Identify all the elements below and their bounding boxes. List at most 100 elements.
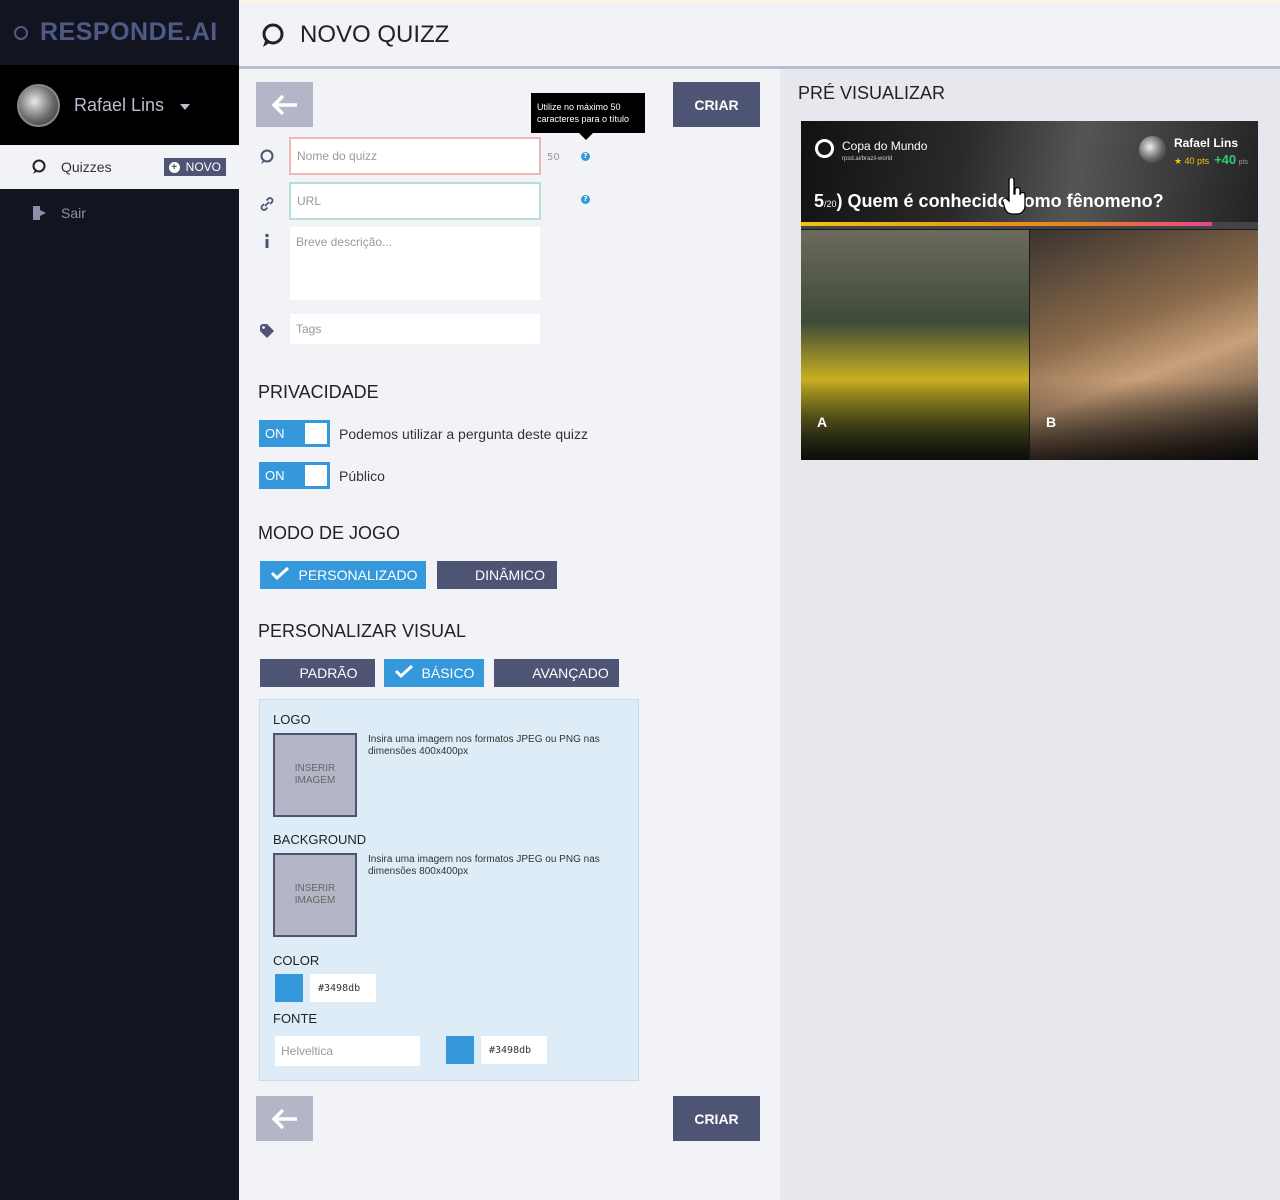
option-shade xyxy=(801,380,1029,460)
tag-icon xyxy=(260,324,274,338)
visual-avancado[interactable]: AVANÇADO xyxy=(494,659,619,687)
color-swatch[interactable] xyxy=(275,974,303,1002)
url-input[interactable]: URL xyxy=(289,182,541,220)
speech-bubble-icon xyxy=(32,159,46,174)
caret-down-icon[interactable] xyxy=(180,103,191,110)
visual-title: PERSONALIZAR VISUAL xyxy=(258,621,467,641)
create-button[interactable]: CRIAR xyxy=(673,82,760,127)
visual-padrao[interactable]: PADRÃO xyxy=(260,659,375,687)
game-mode-title: MODO DE JOGO xyxy=(258,523,401,543)
points-gain-unit: pts xyxy=(1238,159,1248,166)
preview-points: ★ 40 pts +40 pts xyxy=(1174,152,1248,167)
new-badge-label: NOVO xyxy=(185,160,221,174)
speech-bubble-icon xyxy=(815,139,834,158)
background-upload[interactable]: INSERIR IMAGEM xyxy=(273,853,357,937)
quiz-form: CRIAR Utilize no máximo 50 caracteres pa… xyxy=(239,69,780,1200)
sidebar: RESPONDE.AI Rafael Lins Quizzes + NOVO S… xyxy=(0,0,239,1200)
preview-title: PRÉ VISUALIZAR xyxy=(798,83,946,103)
speech-bubble-icon xyxy=(262,23,284,47)
brand-name: RESPONDE.AI xyxy=(40,18,218,46)
star-icon: ★ xyxy=(1173,156,1185,166)
help-icon[interactable]: ? xyxy=(581,195,590,204)
avatar xyxy=(17,83,60,127)
back-button[interactable] xyxy=(256,82,313,127)
description-textarea[interactable]: Breve descrição... xyxy=(290,227,540,300)
preview-user: Rafael Lins ★ 40 pts +40 pts xyxy=(1138,136,1248,167)
font-color-hex-input[interactable]: #3498db xyxy=(481,1036,547,1064)
preview-option-a[interactable]: A xyxy=(801,230,1029,460)
arrow-left-icon xyxy=(271,94,297,115)
new-quiz-button[interactable]: + NOVO xyxy=(163,158,226,176)
font-color-swatch[interactable] xyxy=(446,1036,474,1064)
question-index: 5 xyxy=(814,191,825,211)
preview-panel: PRÉ VISUALIZAR Copa do Mundo rpsd.ai/bra… xyxy=(780,69,1280,1200)
visual-label: BÁSICO xyxy=(421,665,475,681)
page-title: NOVO QUIZZ xyxy=(300,20,450,48)
char-counter: 50 xyxy=(547,152,560,163)
option-shade xyxy=(1030,380,1258,460)
option-letter: B xyxy=(1046,414,1057,430)
tags-input[interactable]: Tags xyxy=(290,314,540,344)
user-menu[interactable]: Rafael Lins xyxy=(0,65,239,145)
visual-label: PADRÃO xyxy=(299,665,358,681)
back-button[interactable] xyxy=(256,1096,313,1141)
quiz-name-input[interactable]: Nome do quizz xyxy=(289,137,541,175)
visual-basico[interactable]: BÁSICO xyxy=(384,659,484,687)
visual-label: AVANÇADO xyxy=(532,665,609,681)
toggle-knob xyxy=(305,465,327,486)
create-button[interactable]: CRIAR xyxy=(673,1096,760,1141)
toggle-public[interactable]: ON xyxy=(259,462,330,489)
info-icon xyxy=(265,233,269,248)
privacy-title: PRIVACIDADE xyxy=(258,382,379,402)
sidebar-item-quizzes[interactable]: Quizzes + NOVO xyxy=(0,145,239,189)
progress-fill xyxy=(801,222,1213,226)
points-value: 40 pts xyxy=(1184,156,1210,166)
page-header: NOVO QUIZZ xyxy=(239,0,1280,69)
logo-hint: Insira uma imagem nos formatos JPEG ou P… xyxy=(368,734,600,757)
check-icon xyxy=(394,664,414,678)
speech-bubble-icon xyxy=(14,25,28,40)
brand-logo[interactable]: RESPONDE.AI xyxy=(0,0,239,65)
title-tooltip: Utilize no máximo 50 caracteres para o t… xyxy=(531,93,645,140)
preview-question: 5/20) Quem é conhecido como fênomeno? xyxy=(814,191,1164,211)
toggle-use-question[interactable]: ON xyxy=(259,420,330,447)
sidebar-item-logout[interactable]: Sair xyxy=(0,191,239,235)
preview-quiz-info: Copa do Mundo rpsd.ai/brazil-world xyxy=(815,139,927,162)
question-total: /20 xyxy=(824,199,837,209)
logout-icon xyxy=(33,206,46,220)
preview-progress-bar xyxy=(801,222,1258,229)
mode-personalizado[interactable]: PERSONALIZADO xyxy=(260,561,426,589)
mode-label: PERSONALIZADO xyxy=(298,567,418,583)
color-hex-input[interactable]: #3498db xyxy=(310,974,376,1002)
toggle-state: ON xyxy=(265,468,285,483)
avatar xyxy=(1138,136,1166,163)
preview-header: Copa do Mundo rpsd.ai/brazil-world Rafae… xyxy=(801,121,1258,222)
help-icon[interactable]: ? xyxy=(581,152,590,161)
sidebar-item-label: Quizzes xyxy=(61,159,112,175)
mode-label: DINÂMICO xyxy=(475,567,545,583)
preview-quiz-url: rpsd.ai/brazil-world xyxy=(842,156,893,162)
background-hint: Insira uma imagem nos formatos JPEG ou P… xyxy=(368,854,600,877)
font-input[interactable]: Helveltica xyxy=(275,1036,420,1066)
logo-upload[interactable]: INSERIR IMAGEM xyxy=(273,733,357,817)
speech-bubble-icon xyxy=(260,149,274,164)
font-label: FONTE xyxy=(273,1011,318,1026)
preview-quiz-name: Copa do Mundo xyxy=(842,139,928,153)
toggle-state: ON xyxy=(265,426,285,441)
preview-option-b[interactable]: B xyxy=(1030,230,1258,460)
visual-settings-panel: LOGO INSERIR IMAGEM Insira uma imagem no… xyxy=(259,699,639,1081)
plus-icon: + xyxy=(168,161,180,173)
toggle-label: Podemos utilizar a pergunta deste quizz xyxy=(339,426,589,442)
mode-dinamico[interactable]: DINÂMICO xyxy=(437,561,557,589)
link-icon xyxy=(260,197,274,211)
points-gain: +40 xyxy=(1214,152,1237,167)
toggle-knob xyxy=(305,423,327,444)
logo-label: LOGO xyxy=(273,712,311,727)
preview-card: Copa do Mundo rpsd.ai/brazil-world Rafae… xyxy=(801,121,1258,460)
option-letter: A xyxy=(817,414,828,430)
arrow-left-icon xyxy=(271,1108,297,1129)
check-icon xyxy=(270,566,290,580)
sidebar-item-label: Sair xyxy=(61,205,86,221)
toggle-label: Público xyxy=(339,468,385,484)
preview-user-name: Rafael Lins xyxy=(1173,136,1238,150)
